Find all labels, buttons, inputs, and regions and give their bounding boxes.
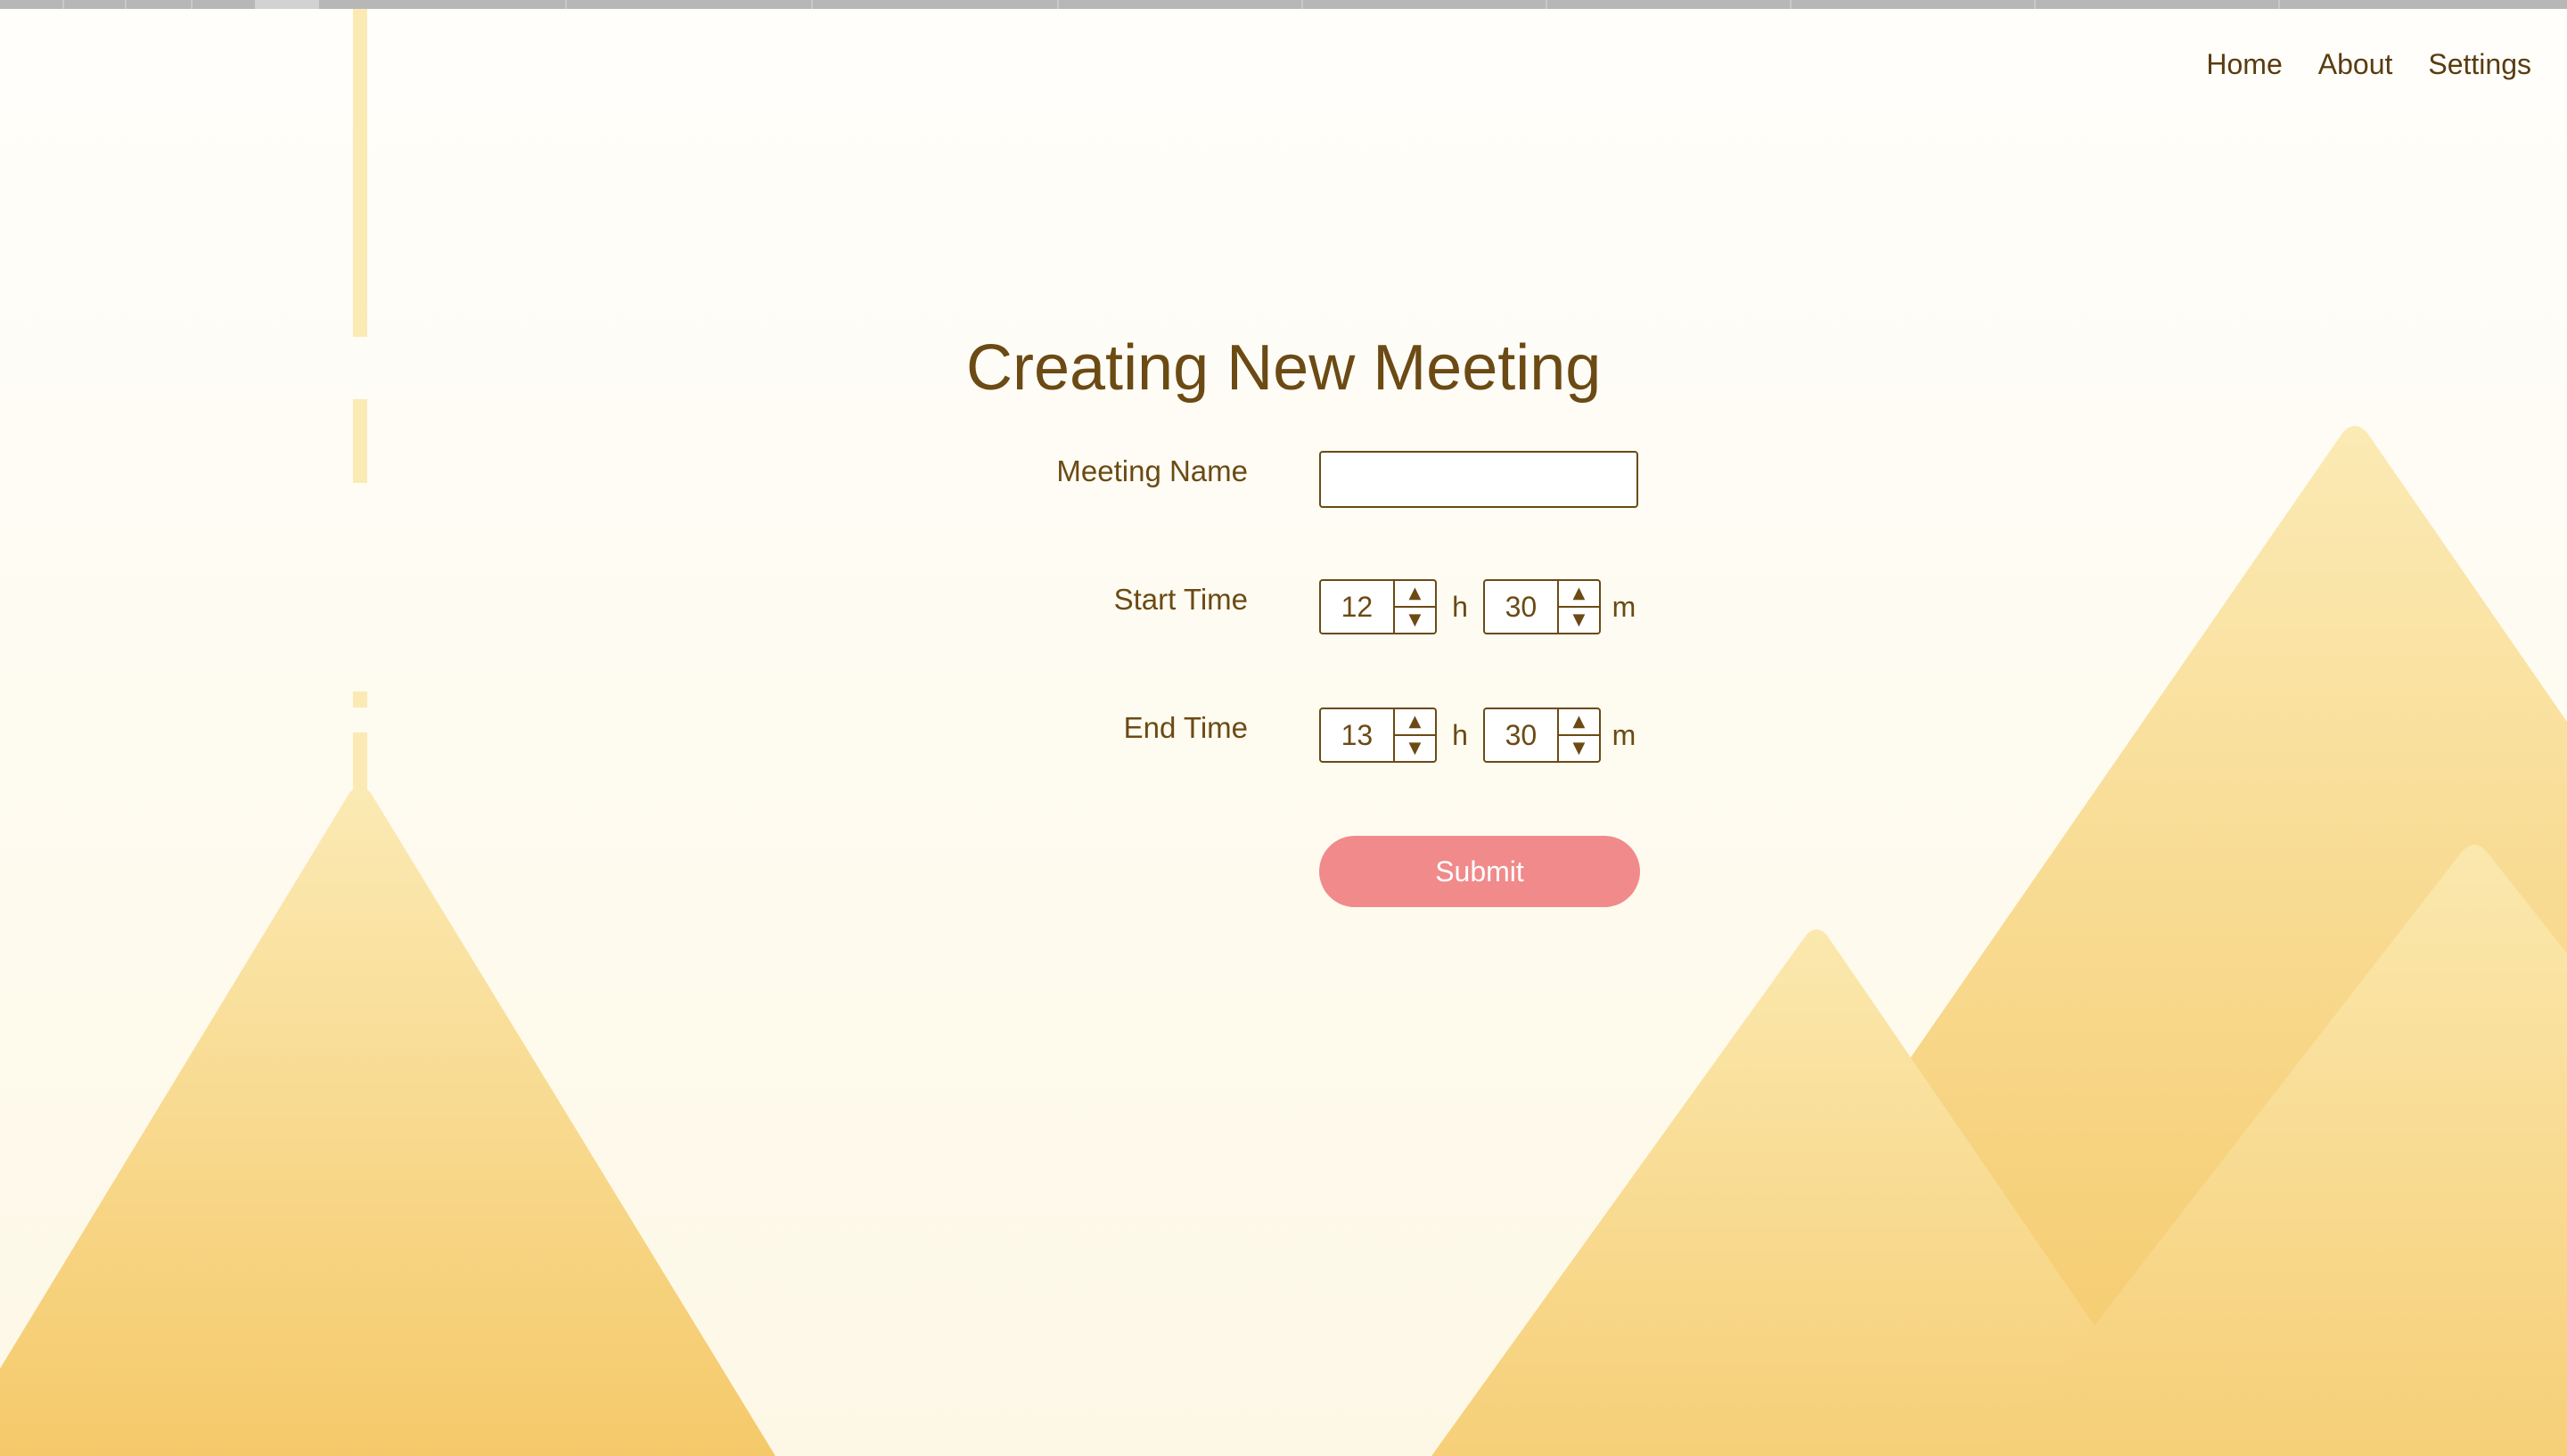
start-minute-stepper[interactable]: 30 ▲ ▼ [1483, 579, 1601, 634]
strip-divider [1790, 0, 1792, 9]
nav-home-link[interactable]: Home [2206, 48, 2282, 81]
strip-divider [1057, 0, 1059, 9]
meeting-name-label: Meeting Name [1056, 454, 1248, 487]
submit-button[interactable]: Submit [1319, 836, 1640, 907]
nav-settings-link[interactable]: Settings [2428, 48, 2531, 81]
nav-about-link[interactable]: About [2318, 48, 2393, 81]
start-minute-unit: m [1612, 590, 1636, 623]
start-time-label: Start Time [1113, 583, 1248, 616]
end-minute-arrows: ▲ ▼ [1556, 709, 1599, 761]
end-minute-unit: m [1612, 718, 1636, 751]
start-time-row: 12 ▲ ▼ h 30 ▲ ▼ m [1319, 579, 1647, 634]
strip-divider [1546, 0, 1547, 9]
end-hour-stepper[interactable]: 13 ▲ ▼ [1319, 708, 1437, 763]
mountain-background [0, 9, 2567, 1456]
end-time-label: End Time [1123, 711, 1248, 744]
start-hour-unit: h [1452, 590, 1468, 623]
end-minute-stepper[interactable]: 30 ▲ ▼ [1483, 708, 1601, 763]
start-hour-value[interactable]: 12 [1321, 581, 1393, 633]
strip-divider [2278, 0, 2280, 9]
start-minute-down-icon[interactable]: ▼ [1559, 608, 1599, 633]
page-title: Creating New Meeting [966, 332, 1602, 404]
strip-divider [1301, 0, 1303, 9]
end-minute-value[interactable]: 30 [1485, 709, 1557, 761]
strip-divider [191, 0, 193, 9]
meeting-name-input[interactable] [1319, 451, 1638, 508]
end-hour-value[interactable]: 13 [1321, 709, 1393, 761]
start-hour-down-icon[interactable]: ▼ [1395, 608, 1435, 633]
strip-divider [565, 0, 567, 9]
dashed-trail [353, 9, 367, 797]
end-hour-down-icon[interactable]: ▼ [1395, 736, 1435, 761]
strip-divider [125, 0, 127, 9]
browser-top-strip [0, 0, 2567, 9]
start-hour-up-icon[interactable]: ▲ [1394, 581, 1435, 608]
start-minute-value[interactable]: 30 [1485, 581, 1557, 633]
strip-active-tab [255, 0, 319, 9]
end-time-row: 13 ▲ ▼ h 30 ▲ ▼ m [1319, 708, 1647, 763]
left-mountain [0, 787, 775, 1456]
strip-divider [62, 0, 64, 9]
end-hour-arrows: ▲ ▼ [1392, 709, 1435, 761]
end-hour-up-icon[interactable]: ▲ [1394, 709, 1435, 736]
top-nav: Home About Settings [2206, 48, 2531, 81]
start-minute-arrows: ▲ ▼ [1556, 581, 1599, 633]
end-hour-unit: h [1452, 718, 1468, 751]
start-minute-up-icon[interactable]: ▲ [1558, 581, 1599, 608]
end-minute-down-icon[interactable]: ▼ [1559, 736, 1599, 761]
start-hour-stepper[interactable]: 12 ▲ ▼ [1319, 579, 1437, 634]
start-hour-arrows: ▲ ▼ [1392, 581, 1435, 633]
strip-divider [811, 0, 813, 9]
end-minute-up-icon[interactable]: ▲ [1558, 709, 1599, 736]
strip-divider [2034, 0, 2036, 9]
